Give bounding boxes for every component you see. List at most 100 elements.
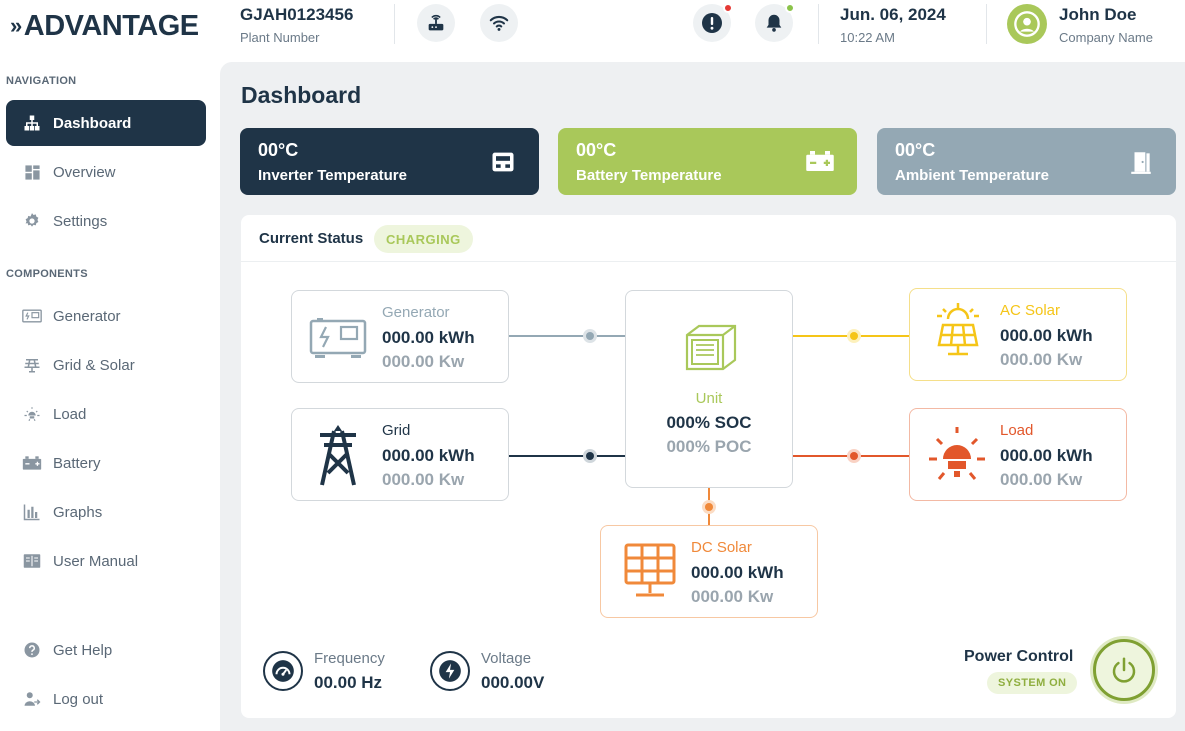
bar-chart-icon	[22, 502, 42, 522]
status-badge: CHARGING	[374, 225, 473, 253]
dc-solar-node[interactable]: DC Solar 000.00 kWh 000.00 Kw	[600, 525, 818, 618]
divider	[394, 4, 395, 44]
generator-power: 000.00 Kw	[382, 352, 465, 371]
status-label: Current Status	[259, 230, 364, 247]
sidebar-item-overview[interactable]: Overview	[6, 149, 206, 195]
user-name: John Doe	[1059, 5, 1137, 24]
logo-text: ADVANTAGE	[23, 10, 199, 42]
grid-title: Grid	[382, 422, 411, 439]
sidebar-item-log-out[interactable]: Log out	[6, 676, 206, 722]
user-avatar[interactable]	[1007, 4, 1047, 44]
sidebar-item-generator[interactable]: Generator	[6, 293, 206, 339]
logout-icon	[22, 689, 42, 709]
plant-info: GJAH0123456 Plant Number	[240, 5, 353, 45]
gear-icon	[22, 211, 42, 231]
status-panel: Current Status CHARGING Generator 000.00…	[241, 215, 1176, 718]
sidebar-item-label: Battery	[53, 454, 101, 472]
sidebar-item-label: Generator	[53, 307, 121, 325]
logo-chevron-icon: »	[10, 13, 22, 38]
inverter-temperature-value: 00°C	[258, 140, 299, 160]
user-avatar-icon	[1014, 11, 1040, 37]
inverter-temperature-label: Inverter Temperature	[258, 167, 407, 184]
unit-node[interactable]: Unit 000% SOC 000% POC	[625, 290, 793, 488]
speedometer-icon	[263, 651, 303, 691]
power-control-label: Power Control	[964, 648, 1074, 665]
sidebar-item-graphs[interactable]: Graphs	[6, 489, 206, 535]
grid-junction	[583, 449, 597, 463]
status-row: Current Status CHARGING	[241, 215, 1176, 262]
brand-logo[interactable]: »ADVANTAGE	[10, 10, 199, 43]
battery-icon	[22, 453, 42, 473]
dc-solar-icon	[623, 542, 677, 607]
wifi-icon	[489, 15, 509, 31]
router-button[interactable]	[417, 4, 455, 42]
main-content: Dashboard 00°C Inverter Temperature 00°C…	[220, 62, 1185, 731]
top-bar: »ADVANTAGE GJAH0123456 Plant Number Jun.…	[0, 0, 1185, 62]
battery-temperature-card[interactable]: 00°C Battery Temperature	[558, 128, 857, 195]
ac-solar-title: AC Solar	[1000, 302, 1061, 319]
transmission-tower-icon	[314, 423, 362, 492]
current-date: Jun. 06, 2024	[840, 5, 946, 24]
sidebar-item-label: Overview	[53, 163, 116, 181]
plant-number: GJAH0123456	[240, 5, 354, 24]
ac-solar-node[interactable]: AC Solar 000.00 kWh 000.00 Kw	[909, 288, 1127, 381]
inverter-temperature-card[interactable]: 00°C Inverter Temperature	[240, 128, 539, 195]
divider	[986, 4, 987, 44]
ac-solar-power: 000.00 Kw	[1000, 350, 1083, 369]
grid-node[interactable]: Grid 000.00 kWh 000.00 Kw	[291, 408, 509, 501]
bulb-icon	[22, 404, 42, 424]
notifications-button[interactable]	[755, 3, 795, 42]
power-icon	[1112, 657, 1136, 683]
generator-energy: 000.00 kWh	[382, 328, 475, 347]
generator-icon	[22, 306, 42, 326]
generator-line	[509, 335, 625, 337]
ambient-temperature-value: 00°C	[895, 140, 936, 160]
grid-line	[509, 455, 625, 457]
sidebar-item-label: Get Help	[53, 641, 113, 659]
sidebar-item-get-help[interactable]: Get Help	[6, 627, 206, 673]
sidebar-item-load[interactable]: Load	[6, 391, 206, 437]
alerts-button[interactable]	[693, 3, 733, 42]
sidebar-item-grid-solar[interactable]: Grid & Solar	[6, 342, 206, 388]
divider	[818, 4, 819, 44]
ambient-temperature-label: Ambient Temperature	[895, 167, 1049, 184]
voltage-icon	[430, 651, 470, 691]
wifi-button[interactable]	[480, 4, 518, 42]
alert-badge	[723, 3, 733, 13]
navigation-heading: NAVIGATION	[6, 75, 77, 87]
sidebar-item-label: Log out	[53, 690, 104, 708]
sidebar-item-dashboard[interactable]: Dashboard	[6, 100, 206, 146]
voltage-label: Voltage	[481, 650, 532, 667]
load-energy: 000.00 kWh	[1000, 446, 1093, 465]
ac-solar-junction	[847, 329, 861, 343]
sidebar-item-label: Grid & Solar	[53, 356, 135, 374]
generator-node[interactable]: Generator 000.00 kWh 000.00 Kw	[291, 290, 509, 383]
solar-panel-icon	[22, 355, 42, 375]
dc-solar-energy: 000.00 kWh	[691, 563, 784, 582]
date-time: Jun. 06, 2024 10:22 AM	[840, 5, 946, 45]
sidebar-item-settings[interactable]: Settings	[6, 198, 206, 244]
current-time: 10:22 AM	[840, 30, 895, 45]
page-title: Dashboard	[241, 82, 362, 108]
power-button[interactable]	[1093, 639, 1155, 701]
ac-solar-icon	[935, 301, 981, 364]
generator-title: Generator	[382, 304, 450, 321]
ambient-temperature-card[interactable]: 00°C Ambient Temperature	[877, 128, 1176, 195]
unit-soc: 000% SOC	[666, 413, 752, 432]
components-heading: COMPONENTS	[6, 268, 88, 280]
inverter-icon	[489, 148, 517, 181]
company-name: Company Name	[1059, 30, 1153, 45]
user-info[interactable]: John Doe Company Name	[1059, 5, 1153, 45]
sidebar-item-user-manual[interactable]: User Manual	[6, 538, 206, 584]
sidebar-item-battery[interactable]: Battery	[6, 440, 206, 486]
help-icon	[22, 640, 42, 660]
load-title: Load	[1000, 422, 1034, 439]
alert-icon	[702, 13, 722, 33]
dc-solar-junction	[702, 500, 716, 514]
door-icon	[1128, 148, 1154, 181]
load-node[interactable]: Load 000.00 kWh 000.00 Kw	[909, 408, 1127, 501]
sidebar-item-label: Dashboard	[53, 114, 132, 132]
sidebar-item-label: Settings	[53, 212, 108, 230]
unit-title: Unit	[695, 390, 723, 407]
load-power: 000.00 Kw	[1000, 470, 1083, 489]
